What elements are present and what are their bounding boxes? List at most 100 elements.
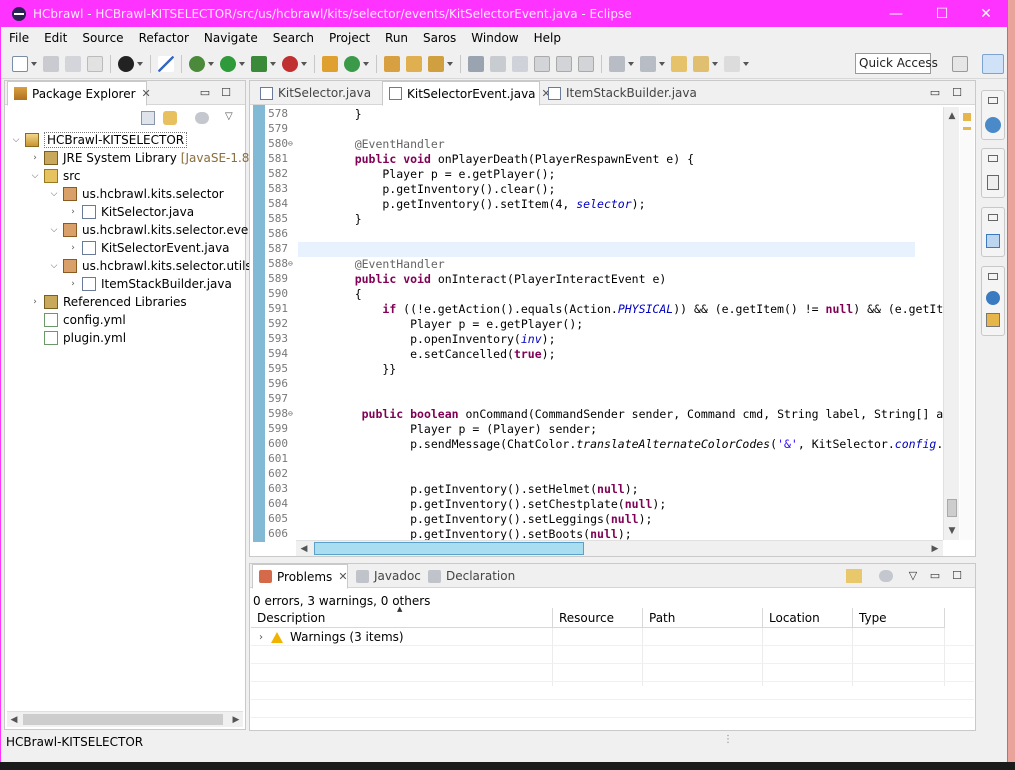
link-with-editor-icon[interactable] xyxy=(163,111,177,125)
code-line[interactable]: 580 ⊖ @EventHandler xyxy=(250,137,945,152)
tree-item[interactable]: › Referenced Libraries xyxy=(30,293,187,311)
editor-vscrollbar[interactable]: ▲ ▼ xyxy=(943,107,959,540)
editor-hscrollbar[interactable]: ◀ ▶ xyxy=(296,540,943,556)
code-line[interactable]: 583 p.getInventory().clear(); xyxy=(250,182,945,197)
open-perspective-icon[interactable] xyxy=(952,56,968,72)
focus-icon[interactable] xyxy=(846,569,862,583)
code-line[interactable]: 596 xyxy=(250,377,945,392)
scroll-up-icon[interactable]: ▲ xyxy=(945,109,959,123)
collapsed-icon[interactable]: › xyxy=(30,297,40,307)
view-menu-icon[interactable]: ▽ xyxy=(225,111,233,122)
minimize-editor-icon[interactable]: ▭ xyxy=(928,85,942,99)
code-line[interactable]: 602 xyxy=(250,467,945,482)
menu-project[interactable]: Project xyxy=(321,31,377,45)
minimize-view-icon[interactable]: ▭ xyxy=(198,85,212,99)
code-line[interactable]: 590 { xyxy=(250,287,945,302)
debug-icon[interactable] xyxy=(189,55,205,72)
minimize-view-icon[interactable]: ▭ xyxy=(928,568,942,582)
code-line[interactable]: 592 Player p = e.getPlayer(); xyxy=(250,317,945,332)
console-icon[interactable] xyxy=(986,313,1000,327)
last-edit-location-icon[interactable] xyxy=(671,55,687,72)
show-whitespace-icon[interactable] xyxy=(534,55,550,72)
warning-marker-icon[interactable] xyxy=(963,113,971,121)
quick-access-input[interactable]: Quick Access xyxy=(855,53,938,74)
tab-itemstackbuilder-java[interactable]: ItemStackBuilder.java xyxy=(542,81,697,105)
open-type-icon[interactable] xyxy=(384,55,400,72)
scroll-left-icon[interactable]: ◀ xyxy=(7,713,21,727)
format-icon[interactable] xyxy=(578,55,594,72)
search-icon[interactable] xyxy=(428,55,444,72)
fold-icon[interactable]: ⊖ xyxy=(288,259,293,268)
scroll-left-icon[interactable]: ◀ xyxy=(297,542,311,556)
expanded-icon[interactable]: ⌵ xyxy=(49,189,59,199)
menu-window[interactable]: Window xyxy=(463,31,525,45)
fold-icon[interactable]: ⊖ xyxy=(288,139,293,148)
tree-item[interactable]: config.yml xyxy=(30,311,126,329)
tree-item[interactable]: ⌵ us.hcbrawl.kits.selector xyxy=(49,185,224,203)
code-line[interactable]: 589 public void onInteract(PlayerInterac… xyxy=(250,272,945,287)
saros-icon[interactable] xyxy=(118,55,134,72)
close-tab-icon[interactable]: ✕ xyxy=(142,87,151,100)
table-row[interactable]: › Warnings (3 items) xyxy=(251,628,974,646)
tab-package-explorer[interactable]: Package Explorer ✕ xyxy=(7,81,151,106)
expanded-icon[interactable]: ⌵ xyxy=(49,225,59,235)
skip-breakpoints-icon[interactable] xyxy=(158,55,174,72)
new-icon[interactable] xyxy=(12,55,28,72)
scroll-thumb[interactable] xyxy=(23,714,223,725)
column-header-location[interactable]: Location xyxy=(763,608,853,628)
restore-icon[interactable] xyxy=(988,214,998,221)
column-header-path[interactable]: Path xyxy=(643,608,763,628)
next-annotation-icon[interactable] xyxy=(609,55,625,72)
collapsed-icon[interactable]: › xyxy=(259,632,263,643)
menu-saros[interactable]: Saros xyxy=(415,31,463,45)
paragraph-icon[interactable] xyxy=(556,55,572,72)
outline-icon[interactable] xyxy=(987,175,999,190)
save-all-icon[interactable] xyxy=(65,55,81,72)
maximize-button[interactable]: ☐ xyxy=(919,0,965,27)
restore-icon[interactable] xyxy=(988,273,998,280)
code-area[interactable]: 578 } 579 580 ⊖ @EventHandler 581 public voi… xyxy=(250,105,945,540)
code-line[interactable]: 606 p.getInventory().setBoots(null); xyxy=(250,527,945,540)
new-dropdown-icon[interactable] xyxy=(31,61,37,66)
vscroll-thumb[interactable] xyxy=(947,499,957,517)
collapsed-icon[interactable]: › xyxy=(68,207,78,217)
package-explorer-hscrollbar[interactable]: ◀ ▶ xyxy=(7,711,243,727)
saros-view-icon[interactable] xyxy=(986,291,1000,305)
hierarchy-icon[interactable] xyxy=(986,234,1000,248)
tree-item[interactable]: ⌵ src xyxy=(30,167,81,185)
open-task-icon[interactable] xyxy=(406,55,422,72)
scroll-down-icon[interactable]: ▼ xyxy=(945,524,959,538)
tree-item[interactable]: › KitSelectorEvent.java xyxy=(68,239,230,257)
code-line[interactable]: 582 Player p = e.getPlayer(); xyxy=(250,167,945,182)
scroll-right-icon[interactable]: ▶ xyxy=(928,542,942,556)
code-line[interactable]: 598 ⊖ public boolean onCommand(CommandSen… xyxy=(250,407,945,422)
view-menu-icon[interactable]: ▽ xyxy=(906,568,920,582)
collapsed-icon[interactable]: › xyxy=(68,279,78,289)
tab-problems[interactable]: Problems ✕ xyxy=(252,564,348,589)
code-line[interactable]: 595 }} xyxy=(250,362,945,377)
collapse-all-icon[interactable] xyxy=(141,111,155,125)
code-line[interactable]: 605 p.getInventory().setLeggings(null); xyxy=(250,512,945,527)
minimize-button[interactable]: — xyxy=(873,0,919,27)
maximize-view-icon[interactable]: ☐ xyxy=(219,85,233,99)
filter-icon[interactable] xyxy=(879,570,893,582)
menu-edit[interactable]: Edit xyxy=(36,31,74,45)
column-header-resource[interactable]: Resource xyxy=(553,608,643,628)
menu-refactor[interactable]: Refactor xyxy=(131,31,196,45)
java-perspective-icon[interactable] xyxy=(982,54,1004,74)
toggle-mark-occurrences-icon[interactable] xyxy=(468,55,484,72)
code-line[interactable]: 594 e.setCancelled(true); xyxy=(250,347,945,362)
tree-item[interactable]: ⌵ us.hcbrawl.kits.selector.event xyxy=(49,221,261,239)
tree-item[interactable]: › JRE System Library [JavaSE-1.8] xyxy=(30,149,254,167)
block-selection-icon[interactable] xyxy=(512,55,528,72)
sort-ascending-icon[interactable]: ▲ xyxy=(397,605,402,613)
expanded-icon[interactable]: ⌵ xyxy=(49,261,59,271)
restore-icon[interactable] xyxy=(988,97,998,104)
previous-annotation-icon[interactable] xyxy=(640,55,656,72)
warning-marker-icon-2[interactable] xyxy=(963,127,971,130)
forward-icon[interactable] xyxy=(724,55,740,72)
menu-file[interactable]: File xyxy=(1,31,36,45)
fold-icon[interactable]: ⊖ xyxy=(288,409,293,418)
new-java-class-icon[interactable] xyxy=(344,55,360,72)
close-button[interactable]: ✕ xyxy=(963,0,1007,27)
